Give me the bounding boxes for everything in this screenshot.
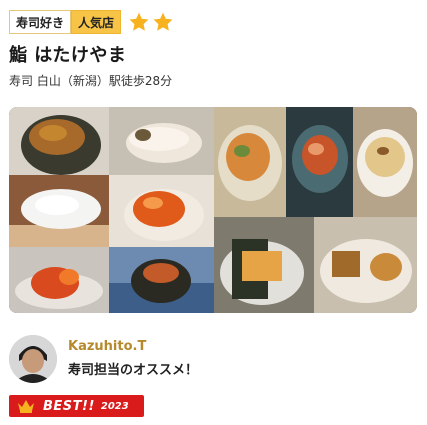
photo-mosaic[interactable] — [9, 107, 417, 313]
reviewer-name[interactable]: Kazuhito.T — [68, 339, 198, 355]
photo-tile[interactable] — [214, 107, 286, 217]
reviewer-comment: 寿司担当のオススメ！ — [68, 363, 199, 378]
tag-row: 寿司好き 人気店 — [9, 9, 418, 35]
best-badge: BEST!! 2023 — [9, 395, 144, 417]
reviewer[interactable]: Kazuhito.T 寿司担当のオススメ！ — [9, 335, 198, 383]
star-icon — [129, 12, 149, 31]
tag-sushi-lover: 寿司好き — [9, 10, 72, 34]
photo-tile[interactable] — [109, 247, 214, 313]
star-icon — [153, 12, 173, 31]
restaurant-card[interactable]: 寿司好き 人気店 鮨 はたけやま 寿司 白山（新潟）駅徒歩28分 Kazuhit… — [0, 0, 427, 425]
photo-tile[interactable] — [9, 107, 109, 175]
photo-tile[interactable] — [9, 175, 109, 247]
photo-tile[interactable] — [9, 247, 109, 313]
photo-tile[interactable] — [353, 107, 417, 217]
restaurant-meta: 寿司 白山（新潟）駅徒歩28分 — [9, 74, 173, 88]
reviewer-text: Kazuhito.T 寿司担当のオススメ！ — [68, 339, 198, 379]
restaurant-name[interactable]: 鮨 はたけやま — [9, 45, 418, 67]
best-label: BEST!! — [43, 398, 95, 414]
photo-tile[interactable] — [109, 107, 214, 175]
avatar[interactable] — [9, 335, 57, 383]
photo-tile[interactable] — [214, 217, 314, 313]
photo-tile[interactable] — [314, 217, 417, 313]
crown-icon — [18, 400, 34, 413]
best-year: 2023 — [100, 400, 129, 412]
tag-popular: 人気店 — [71, 10, 122, 34]
photo-tile[interactable] — [286, 107, 353, 217]
star-rating — [128, 11, 174, 33]
photo-tile[interactable] — [109, 175, 214, 247]
